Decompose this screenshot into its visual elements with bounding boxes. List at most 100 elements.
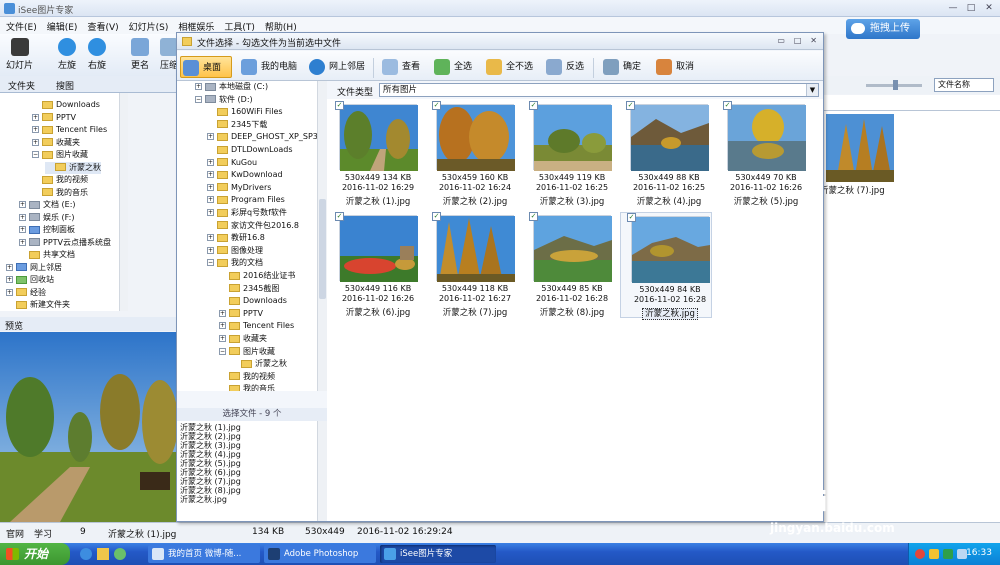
selected-file-item[interactable]: 沂蒙之秋 (1).jpg — [180, 423, 241, 432]
dialog-close-icon[interactable]: ✕ — [810, 36, 817, 45]
tree-item[interactable]: + 收藏夹 — [32, 137, 80, 149]
collapse-icon[interactable]: − — [207, 259, 214, 267]
tree-item[interactable]: 我的音乐 — [219, 383, 275, 391]
maximize-icon[interactable]: □ — [964, 2, 978, 14]
tree-item[interactable]: − 图片收藏 — [219, 346, 275, 358]
expand-icon[interactable]: + — [32, 138, 39, 146]
expand-icon[interactable]: + — [207, 209, 214, 216]
main-thumbnail-7[interactable] — [826, 114, 894, 182]
tab-search-images[interactable]: 搜图 — [56, 79, 74, 92]
thumbnail-item[interactable]: ✓ 530x449 119 KB 2016-11-02 16:25 沂蒙之秋 (3).… — [523, 101, 615, 207]
expand-icon[interactable]: + — [6, 288, 13, 296]
tray-icon-2[interactable] — [929, 549, 939, 559]
tree-item[interactable]: 新建文件夹 — [6, 299, 70, 311]
thumbnail-checkbox[interactable]: ✓ — [529, 212, 538, 221]
tree-item[interactable]: + 控制面板 — [19, 224, 75, 236]
tree-item[interactable]: + 网上邻居 — [6, 262, 62, 274]
tree-item[interactable]: 2016结业证书 — [219, 270, 295, 282]
expand-icon[interactable]: + — [207, 171, 214, 179]
thumbnail-item[interactable]: ✓ 530x449 134 KB 2016-11-02 16:29 沂蒙之秋 (1).… — [329, 101, 421, 207]
collapse-icon[interactable]: − — [195, 95, 202, 103]
tree-item[interactable]: + KwDownload — [207, 169, 283, 181]
tree-item[interactable]: − 图片收藏 — [32, 149, 88, 161]
selected-file-item[interactable]: 沂蒙之秋 (6).jpg — [180, 468, 241, 477]
thumbnail-checkbox[interactable]: ✓ — [626, 101, 635, 110]
expand-icon[interactable]: + — [207, 158, 214, 166]
expand-icon[interactable]: + — [19, 226, 26, 233]
expand-icon[interactable]: + — [19, 213, 26, 221]
thumbnail-checkbox[interactable]: ✓ — [529, 101, 538, 110]
menu-edit[interactable]: 编辑(E) — [41, 17, 82, 33]
thumbnail-image[interactable] — [727, 104, 806, 171]
ie-icon[interactable] — [80, 548, 92, 560]
tree-item[interactable]: + 图像处理 — [207, 245, 263, 257]
expand-icon[interactable]: + — [6, 276, 13, 283]
menu-tools[interactable]: 工具(T) — [218, 17, 259, 33]
upload-button[interactable]: 拖拽上传 — [846, 19, 920, 39]
expand-icon[interactable]: + — [207, 234, 214, 242]
expand-icon[interactable]: + — [207, 246, 214, 254]
slideshow-button[interactable]: 幻灯片 — [6, 38, 33, 71]
thumbnail-image[interactable] — [533, 215, 612, 282]
file-type-select[interactable]: 所有图片 ▼ — [379, 83, 819, 97]
tree-item[interactable]: + PPTV云点播系统盘 — [19, 237, 111, 249]
desktop-button[interactable]: 桌面 — [180, 56, 232, 78]
selected-file-item[interactable]: 沂蒙之秋 (8).jpg — [180, 486, 241, 495]
thumbnail-checkbox[interactable]: ✓ — [335, 101, 344, 110]
thumbnail-image[interactable] — [436, 215, 515, 282]
menu-view[interactable]: 查看(V) — [81, 17, 122, 33]
thumbnail-checkbox[interactable]: ✓ — [335, 212, 344, 221]
tree-item[interactable]: + 娱乐 (F:) — [19, 212, 74, 224]
tree-item[interactable]: Downloads — [32, 99, 100, 111]
selected-file-item[interactable]: 沂蒙之秋 (4).jpg — [180, 450, 241, 459]
expand-icon[interactable]: + — [207, 196, 214, 204]
thumbnail-item[interactable]: ✓ 530x449 84 KB 2016-11-02 16:28 沂蒙之秋.jpg — [620, 212, 712, 320]
menu-frames[interactable]: 相框娱乐 — [172, 17, 218, 33]
sort-select[interactable]: 文件名称 — [934, 78, 994, 92]
tree-item[interactable]: 家访文件包2016.8 — [207, 220, 299, 232]
tree-item[interactable]: + KuGou — [207, 157, 257, 169]
tree-item[interactable]: − 软件 (D:) — [195, 94, 253, 106]
tree-item[interactable]: + 经验 — [6, 287, 46, 299]
expand-icon[interactable]: + — [207, 183, 214, 191]
expand-icon[interactable]: + — [19, 238, 26, 246]
zoom-slider[interactable] — [866, 80, 922, 90]
thumbnail-image[interactable] — [533, 104, 612, 171]
thumbnail-checkbox[interactable]: ✓ — [432, 212, 441, 221]
expand-icon[interactable]: + — [32, 126, 39, 133]
select-none-button[interactable]: 全不选 — [484, 56, 533, 78]
tree-item[interactable]: + Tencent Files — [32, 124, 107, 136]
tree-item[interactable]: 2345截图 — [219, 283, 279, 295]
view-button[interactable]: 查看 — [380, 56, 420, 78]
selected-file-item[interactable]: 沂蒙之秋 (7).jpg — [180, 477, 241, 486]
tree-item[interactable]: + Program Files — [207, 194, 285, 206]
rotate-left-button[interactable]: 左旋 — [58, 38, 76, 71]
tree-item[interactable]: 沂蒙之秋 — [45, 161, 101, 174]
tray-icon-1[interactable] — [915, 549, 925, 559]
tree-item[interactable]: + 本地磁盘 (C:) — [195, 81, 268, 93]
tab-folders[interactable]: 文件夹 — [8, 79, 35, 92]
tree-item[interactable]: + PPTV — [219, 308, 263, 320]
thumbnail-item[interactable]: ✓ 530x449 70 KB 2016-11-02 16:26 沂蒙之秋 (5).j… — [717, 101, 809, 207]
tree-item[interactable]: + 教研16.8 — [207, 232, 265, 244]
selected-file-item[interactable]: 沂蒙之秋 (3).jpg — [180, 441, 241, 450]
tree-item[interactable]: DTLDownLoads — [207, 144, 293, 156]
tree-item[interactable]: + 回收站 — [6, 274, 54, 286]
task-photoshop[interactable]: Adobe Photoshop — [264, 545, 376, 563]
thumbnail-checkbox[interactable]: ✓ — [432, 101, 441, 110]
tree-item[interactable]: + PPTV — [32, 112, 76, 124]
thumbnail-checkbox[interactable]: ✓ — [627, 213, 636, 222]
dialog-restore-icon[interactable]: ▭ — [777, 36, 785, 45]
chevron-down-icon[interactable]: ▼ — [806, 84, 818, 96]
tree-item[interactable]: + MyDrivers — [207, 182, 271, 194]
thumbnail-image[interactable] — [436, 104, 515, 171]
tree-item[interactable]: + 文档 (E:) — [19, 199, 76, 211]
selection-scrollbar[interactable] — [317, 421, 327, 521]
start-button[interactable]: 开始 — [0, 543, 70, 565]
tree-item[interactable]: 我的视频 — [219, 371, 275, 383]
rename-button[interactable]: 更名 — [131, 38, 149, 71]
thumbnail-image[interactable] — [339, 215, 418, 282]
my-computer-button[interactable]: 我的电脑 — [239, 56, 297, 78]
menu-slideshow[interactable]: 幻灯片(S) — [123, 17, 173, 33]
thumbnail-item[interactable]: ✓ 530x449 85 KB 2016-11-02 16:28 沂蒙之秋 (8).j… — [523, 212, 615, 318]
